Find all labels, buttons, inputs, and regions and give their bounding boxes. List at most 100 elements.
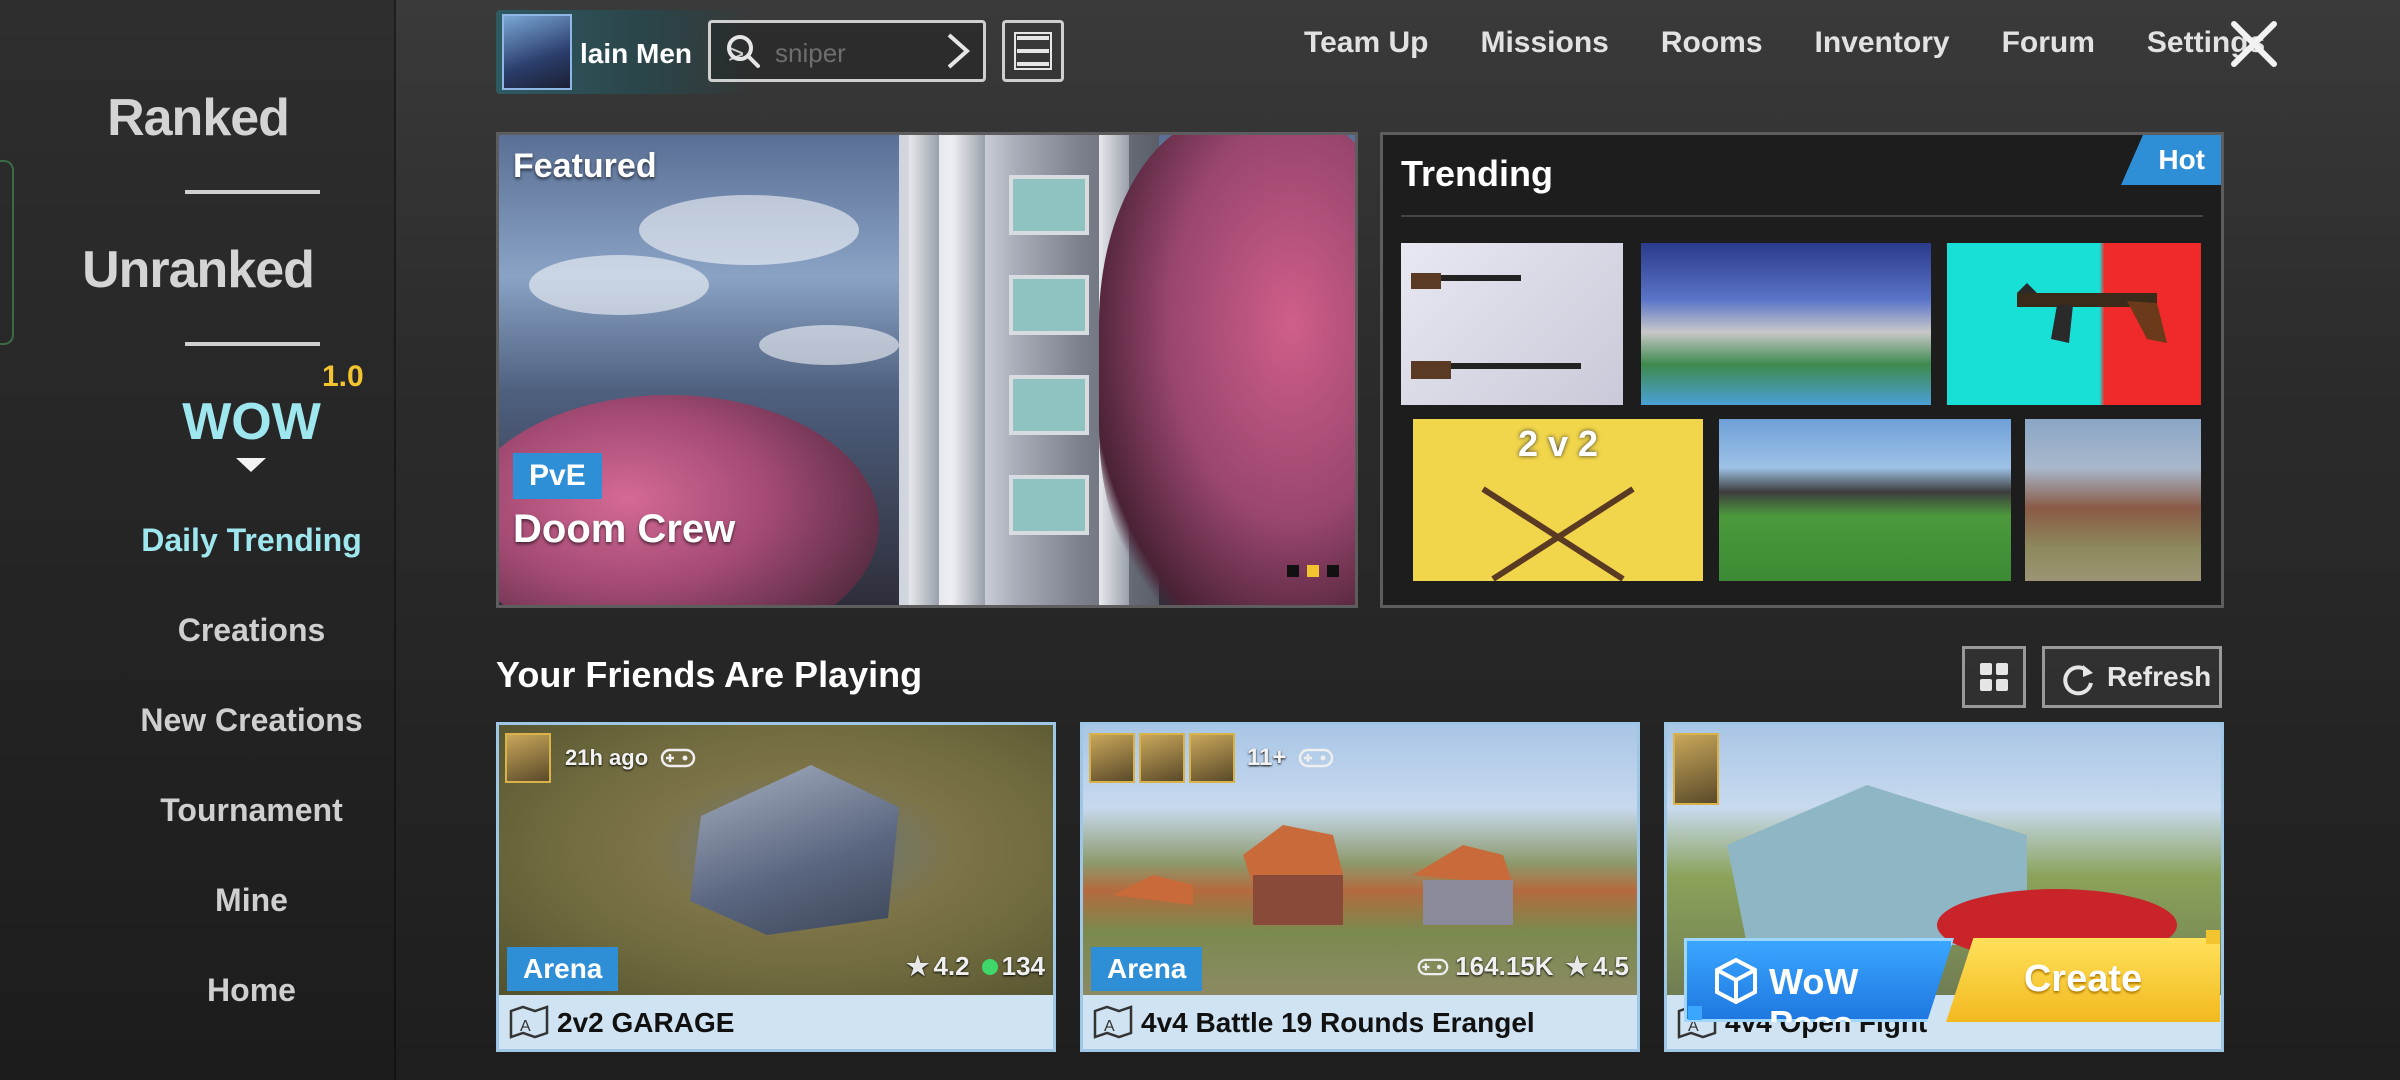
rating-value: 4.5 — [1592, 951, 1629, 981]
online-dot-icon — [981, 958, 998, 975]
decor-square — [1688, 1006, 1702, 1020]
crossed-rifles-icon — [1481, 486, 1635, 581]
left-sidebar: Ranked Unranked 1.0 WOW Daily Trending C… — [0, 0, 396, 1080]
trending-tile[interactable] — [2025, 419, 2201, 581]
sidebar-item-tournament[interactable]: Tournament — [0, 792, 503, 829]
online-value: 134 — [1001, 951, 1045, 981]
chevron-right-icon[interactable] — [941, 31, 973, 71]
card-meta: 21h ago — [505, 733, 696, 783]
sidebar-item-daily-trending[interactable]: Daily Trending — [0, 522, 503, 559]
map-icon: A — [1093, 1005, 1133, 1039]
trending-tile[interactable] — [1401, 243, 1623, 405]
card-stats: 164.15K ★ 4.5 — [1405, 951, 1629, 982]
refresh-button[interactable]: Refresh — [2042, 646, 2222, 708]
plays-value: 164.15K — [1455, 951, 1554, 981]
mode-wow[interactable]: WOW — [0, 392, 503, 452]
search-box[interactable] — [708, 20, 986, 82]
nav-inventory[interactable]: Inventory — [1815, 26, 1950, 60]
svg-text:A: A — [520, 1018, 531, 1035]
hot-badge: Hot — [2121, 135, 2221, 185]
gamepad-icon — [660, 748, 696, 768]
carousel-dot[interactable] — [1327, 565, 1339, 577]
friend-avatar[interactable] — [1139, 733, 1185, 783]
featured-title: Featured — [513, 147, 657, 185]
trending-title: Trending — [1401, 153, 1553, 194]
window — [1009, 475, 1089, 535]
friend-game-card[interactable]: 21h ago Arena ★ 4.2 134 A 2v2 GARAGE — [496, 722, 1056, 1052]
mode-divider — [185, 190, 320, 194]
window — [1009, 375, 1089, 435]
svg-text:A: A — [1104, 1018, 1115, 1035]
refresh-label: Refresh — [2107, 661, 2212, 692]
blossom-tree — [499, 395, 879, 605]
online-stat: 134 — [981, 951, 1045, 982]
card-footer: A 4v4 Battle 19 Rounds Erangel — [1083, 995, 1637, 1049]
friend-game-card[interactable]: 11+ Arena 164.15K ★ 4.5 A 4v4 Battle 19 R… — [1080, 722, 1640, 1052]
menu-button[interactable] — [1002, 20, 1064, 82]
divider — [1401, 215, 2203, 217]
card-title: 2v2 GARAGE — [557, 1007, 735, 1038]
nav-team-up[interactable]: Team Up — [1304, 26, 1428, 60]
grid-view-button[interactable] — [1962, 646, 2026, 708]
cloud — [529, 255, 709, 315]
cube-icon — [1715, 957, 1757, 1005]
friend-avatar[interactable] — [505, 733, 551, 783]
featured-name: Doom Crew — [513, 507, 736, 551]
sidebar-item-creations[interactable]: Creations — [0, 612, 503, 649]
caret-down-icon — [236, 458, 266, 472]
mode-unranked[interactable]: Unranked — [0, 240, 396, 300]
rating-stat: ★ 4.5 — [1566, 951, 1629, 982]
carousel-dot-active[interactable] — [1307, 565, 1319, 577]
rifle-icon — [1411, 273, 1581, 379]
friend-avatar[interactable] — [1089, 733, 1135, 783]
refresh-icon — [2063, 665, 2093, 696]
carousel-dots — [1279, 565, 1339, 577]
gamepad-icon — [1299, 748, 1334, 768]
sidebar-item-home[interactable]: Home — [0, 972, 503, 1009]
blossom-tree — [1099, 135, 1355, 605]
avatar[interactable] — [502, 14, 572, 90]
star-icon: ★ — [1565, 951, 1589, 981]
wow-version-badge: 1.0 — [322, 360, 364, 393]
mode-divider — [185, 342, 320, 346]
mode-tag: Arena — [1091, 947, 1203, 991]
rating-stat: ★ 4.2 — [906, 951, 969, 982]
mode-ranked[interactable]: Ranked — [0, 88, 396, 148]
trending-tile[interactable] — [1719, 419, 2011, 581]
mode-tag: PvE — [513, 453, 602, 499]
window — [1009, 275, 1089, 335]
list-menu-icon — [1014, 32, 1052, 70]
column — [955, 135, 985, 605]
sidebar-item-mine[interactable]: Mine — [0, 882, 503, 919]
friend-avatar[interactable] — [1189, 733, 1235, 783]
card-title: 4v4 Battle 19 Rounds Erangel — [1141, 1007, 1535, 1038]
search-icon — [727, 35, 760, 68]
create-button[interactable]: Create — [1946, 938, 2220, 1022]
grid-icon — [1980, 663, 2008, 691]
decor-square — [2206, 930, 2220, 944]
column — [909, 135, 939, 605]
mode-tag: Arena — [507, 947, 619, 991]
search-input[interactable] — [775, 37, 935, 69]
gamepad-icon — [1417, 958, 1449, 975]
close-icon[interactable] — [2226, 16, 2282, 72]
trending-tile[interactable] — [1641, 243, 1931, 405]
wow-pass-button[interactable]: WoW Pass — [1684, 938, 1954, 1022]
nav-forum[interactable]: Forum — [2002, 26, 2095, 60]
trending-tile[interactable] — [1947, 243, 2201, 405]
sidebar-item-new-creations[interactable]: New Creations — [0, 702, 503, 739]
nav-rooms[interactable]: Rooms — [1661, 26, 1763, 60]
garage-building — [690, 765, 899, 935]
friend-avatar[interactable] — [1673, 733, 1719, 805]
top-nav: Team Up Missions Rooms Inventory Forum S… — [1304, 26, 2317, 60]
plays-stat: 164.15K — [1417, 951, 1554, 982]
trending-tile[interactable]: 2 v 2 — [1413, 419, 1703, 581]
star-icon: ★ — [906, 951, 930, 981]
cloud — [639, 195, 859, 265]
extra-friends-count: 11+ — [1247, 744, 1287, 771]
carousel-dot[interactable] — [1287, 565, 1299, 577]
featured-banner[interactable]: Featured PvE Doom Crew — [496, 132, 1358, 608]
cloud — [759, 325, 899, 365]
nav-missions[interactable]: Missions — [1480, 26, 1608, 60]
rating-value: 4.2 — [933, 951, 970, 981]
